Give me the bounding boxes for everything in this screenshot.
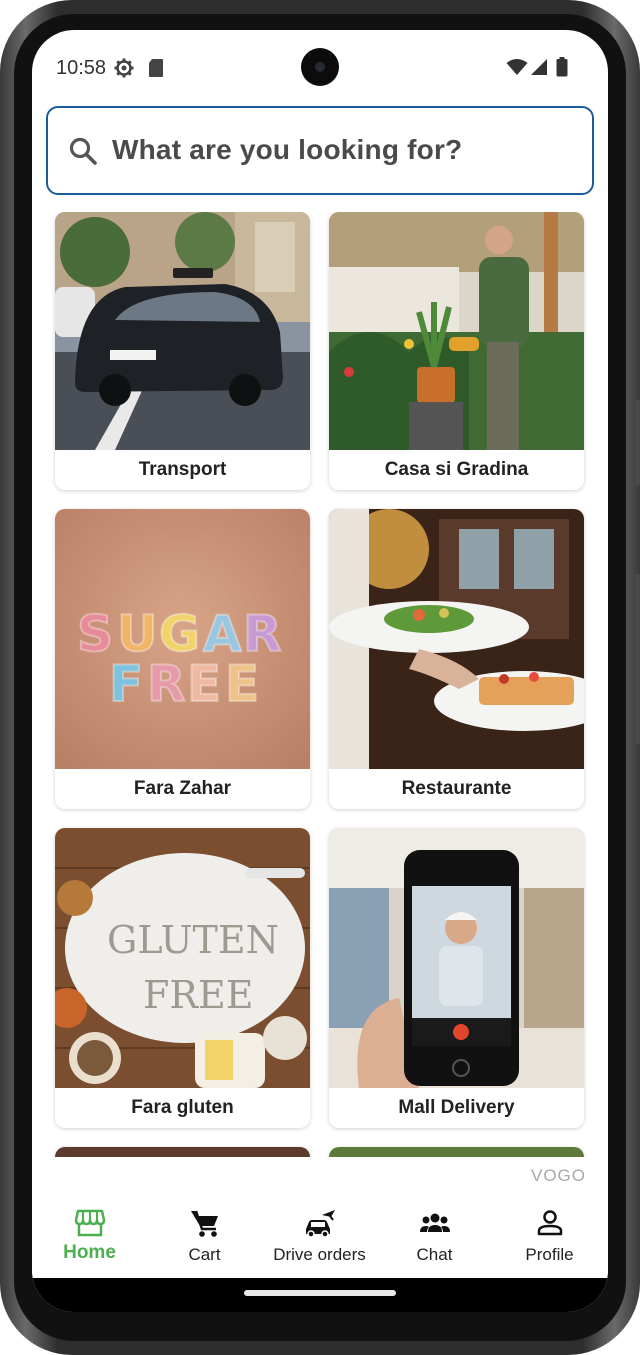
category-card-transport[interactable]: Transport: [55, 212, 310, 490]
nav-chat[interactable]: Chat: [377, 1193, 492, 1278]
svg-text:GLUTEN: GLUTEN: [107, 918, 279, 962]
signal-icon: [531, 59, 547, 75]
nav-label: Profile: [525, 1245, 574, 1264]
category-card-restaurante[interactable]: Restaurante: [329, 509, 584, 809]
person-icon: [537, 1210, 563, 1236]
waiter-plates-image: [329, 509, 584, 769]
category-grid: Transport Casa si Gradina S U G A R F R …: [32, 212, 608, 1157]
power-button: [635, 400, 640, 485]
category-label: Restaurante: [401, 778, 512, 799]
volume-button: [635, 574, 640, 744]
nav-home[interactable]: Home: [32, 1193, 147, 1278]
nav-label: Drive orders: [273, 1245, 366, 1264]
category-image-partial: [55, 1147, 310, 1157]
category-card-partial[interactable]: [329, 1147, 584, 1157]
category-label: Transport: [138, 459, 227, 480]
search-placeholder: What are you looking for?: [112, 134, 463, 165]
screen: 10:58 What are you looking for? Transpor…: [32, 30, 608, 1312]
battery-icon: [556, 57, 568, 77]
sd-card-icon: [149, 59, 163, 77]
category-card-casa-si-gradina[interactable]: Casa si Gradina: [329, 212, 584, 490]
category-label: Fara gluten: [131, 1097, 234, 1118]
home-gesture-bar[interactable]: [244, 1290, 396, 1296]
gluten-free-flour-image: GLUTEN FREE: [55, 828, 310, 1088]
svg-text:S: S: [77, 605, 113, 663]
drive-orders-icon: [306, 1210, 335, 1238]
category-label: Mall Delivery: [398, 1097, 515, 1118]
mall-phone-courier-image: [329, 828, 584, 1088]
status-bar: 10:58: [32, 30, 608, 106]
category-image-partial: [329, 1147, 584, 1157]
nav-profile[interactable]: Profile: [492, 1193, 607, 1278]
sugar-free-letters-image: S U G A R F R E E: [55, 509, 310, 769]
cart-icon: [191, 1210, 218, 1237]
svg-text:E: E: [187, 655, 221, 713]
gardener-plants-image: [329, 212, 584, 450]
search-icon: [69, 137, 97, 165]
svg-text:F: F: [109, 655, 143, 713]
bottom-navigation: Home Cart Drive orders Chat Profile: [32, 1193, 608, 1278]
front-camera: [301, 48, 339, 86]
nav-drive-orders[interactable]: Drive orders: [262, 1193, 377, 1278]
nav-label: Cart: [188, 1245, 221, 1264]
wifi-icon: [506, 59, 528, 75]
taxi-car-street-image: [55, 212, 310, 450]
category-label: Fara Zahar: [133, 778, 232, 799]
store-icon: [74, 1209, 106, 1237]
svg-text:FREE: FREE: [143, 973, 253, 1017]
category-label: Casa si Gradina: [384, 459, 529, 480]
category-card-partial[interactable]: [55, 1147, 310, 1157]
svg-text:E: E: [225, 655, 259, 713]
category-card-fara-zahar[interactable]: S U G A R F R E E Fara Zahar: [55, 509, 310, 809]
system-navigation-area: [32, 1278, 608, 1312]
brand-watermark: VOGO: [530, 1166, 586, 1185]
nav-label: Chat: [416, 1245, 453, 1264]
settings-icon: [114, 58, 134, 78]
category-card-mall-delivery[interactable]: Mall Delivery: [329, 828, 584, 1128]
status-time: 10:58: [56, 57, 107, 79]
svg-text:R: R: [147, 655, 186, 713]
category-card-fara-gluten[interactable]: GLUTEN FREE Fara gluten: [55, 828, 310, 1128]
search-bar[interactable]: What are you looking for?: [46, 106, 594, 195]
group-chat-icon: [420, 1213, 450, 1232]
nav-cart[interactable]: Cart: [147, 1193, 262, 1278]
nav-label: Home: [63, 1242, 116, 1263]
phone-frame: 10:58 What are you looking for? Transpor…: [0, 0, 640, 1355]
